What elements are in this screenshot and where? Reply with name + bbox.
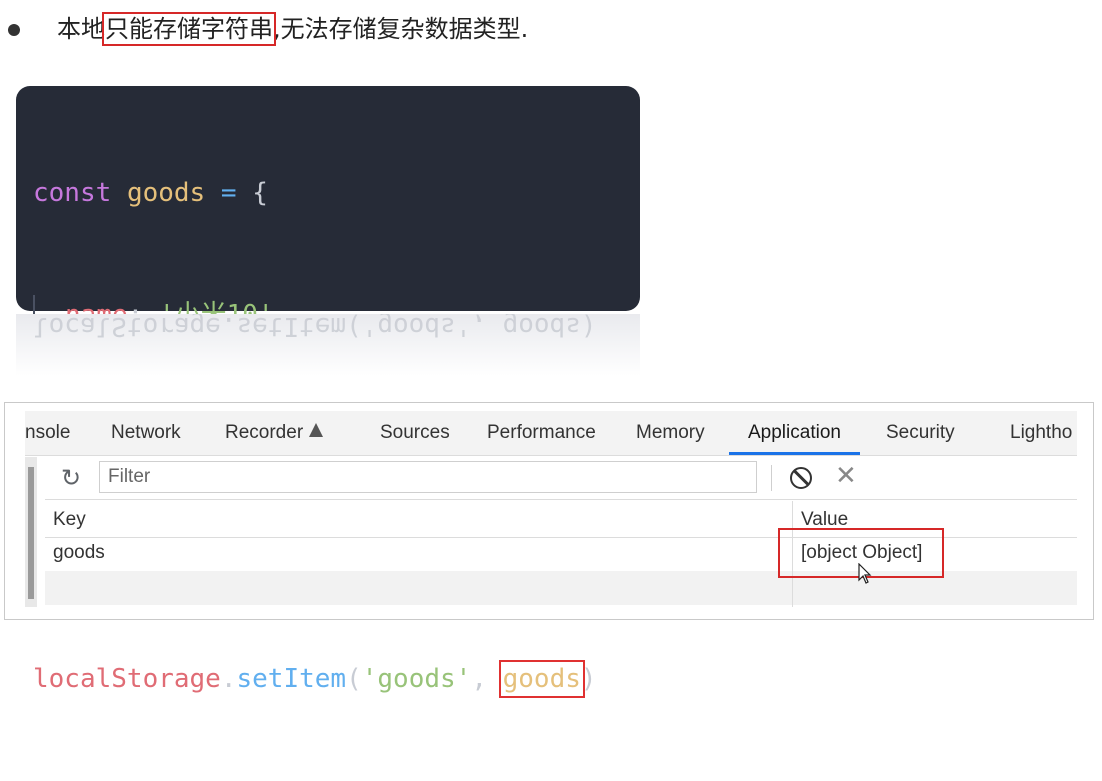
devtools-tabbar: nsole Network Recorder Sources Performan… xyxy=(25,411,1077,456)
bullet-highlight: 只能存储字符串 xyxy=(102,12,276,46)
code-comma: , xyxy=(471,664,487,694)
mouse-cursor-icon xyxy=(858,563,872,584)
tab-memory[interactable]: Memory xyxy=(636,411,705,455)
code-line-1: const goods = { xyxy=(33,173,640,214)
code-setitem: setItem xyxy=(236,664,347,694)
tab-network[interactable]: Network xyxy=(111,411,181,455)
code-paren-close: ) xyxy=(580,664,597,694)
code-localstorage: localStorage xyxy=(33,664,221,694)
code-line-5: localStorage.setItem('goods', goods) xyxy=(33,659,640,700)
filter-input[interactable] xyxy=(99,461,757,493)
code-key-string: 'goods' xyxy=(361,664,472,694)
tab-recorder[interactable]: Recorder xyxy=(225,411,324,455)
code-operator: = xyxy=(220,178,237,208)
block-icon[interactable] xyxy=(790,467,812,489)
clear-icon[interactable]: ✕ xyxy=(835,461,857,491)
refresh-icon[interactable]: ↻ xyxy=(61,465,81,491)
devtools-panel: nsole Network Recorder Sources Performan… xyxy=(4,402,1094,620)
tab-security[interactable]: Security xyxy=(886,411,955,455)
bullet-suffix: ,无法存储复杂数据类型. xyxy=(273,15,529,43)
bullet-prefix: 本地 xyxy=(57,15,105,43)
code-reflection: localStorage.setItem('goods', goods) xyxy=(16,314,640,376)
flask-icon xyxy=(309,422,324,437)
reflection-text: localStorage.setItem('goods', goods) xyxy=(33,314,597,341)
code-dot: . xyxy=(220,664,237,694)
code-keyword: const xyxy=(33,178,112,208)
header-key[interactable]: Key xyxy=(53,509,86,531)
tab-recorder-label: Recorder xyxy=(225,422,304,443)
code-goods-arg: goods xyxy=(498,660,585,698)
tab-sources[interactable]: Sources xyxy=(380,411,450,455)
tab-performance[interactable]: Performance xyxy=(487,411,596,455)
row-key: goods xyxy=(53,542,105,563)
tab-console[interactable]: nsole xyxy=(25,411,70,455)
storage-toolbar: ↻ ✕ xyxy=(45,457,1077,500)
toolbar-divider xyxy=(771,465,772,491)
scrollbar-thumb[interactable] xyxy=(28,467,34,599)
tab-application[interactable]: Application xyxy=(729,411,860,455)
code-paren-open: ( xyxy=(346,664,362,694)
tab-lighthouse[interactable]: Lightho xyxy=(1010,411,1072,455)
bullet-text: 本地只能存储字符串,无法存储复杂数据类型. xyxy=(57,12,528,46)
code-variable: goods xyxy=(126,178,206,208)
sidebar-scrollbar[interactable] xyxy=(25,457,37,607)
code-brace-open: { xyxy=(252,178,268,208)
code-card: const goods = { name: '小米10', price: 199… xyxy=(16,86,640,698)
bullet-dot xyxy=(8,24,20,36)
